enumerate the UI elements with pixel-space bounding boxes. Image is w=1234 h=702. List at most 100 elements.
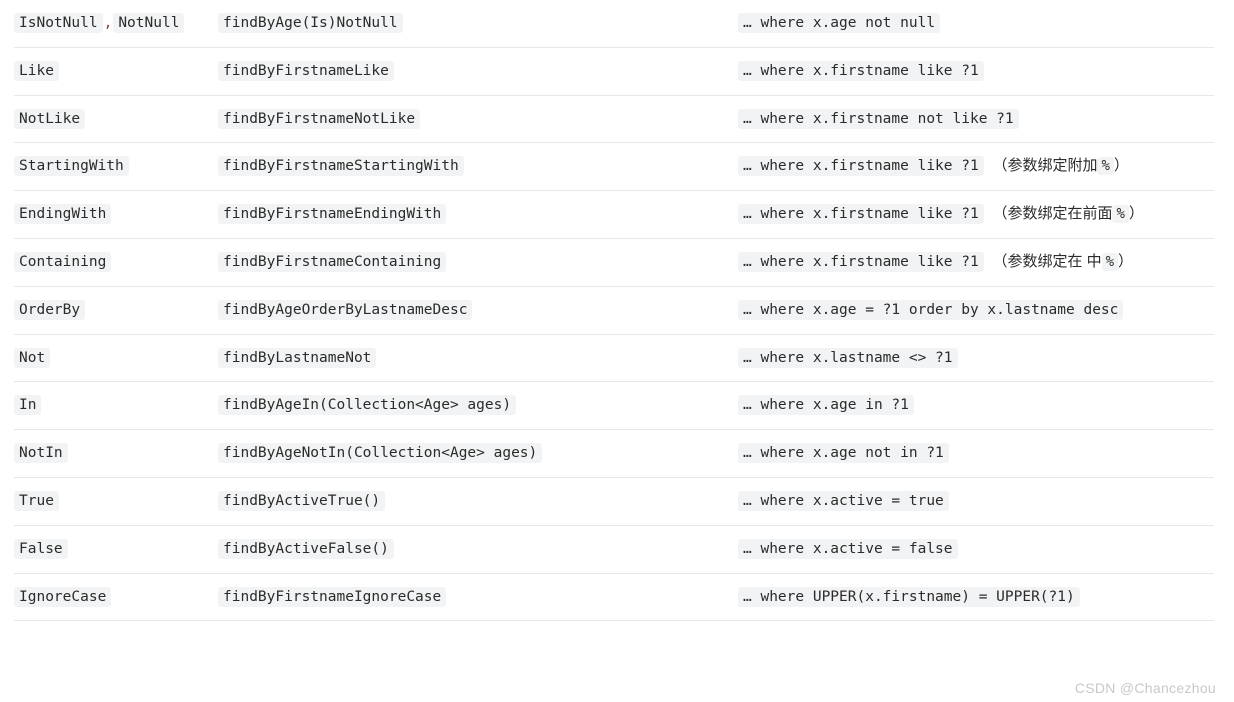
- keyword-separator: ,: [103, 15, 113, 31]
- table-row: OrderBy findByAgeOrderByLastnameDesc … whe…: [14, 286, 1214, 335]
- note-code: %: [1101, 252, 1119, 271]
- sample-code: findByAge(Is)NotNull: [218, 13, 403, 33]
- keyword-cell: IgnoreCase: [14, 573, 218, 621]
- snippet-wrapper: … where x.firstname like ?1 （参数绑定附加%）: [738, 156, 1129, 177]
- keyword-code: Not: [14, 347, 51, 368]
- snippet-cell: … where x.age not in ?1: [738, 430, 1214, 478]
- snippet-code: … where x.age not null: [738, 13, 941, 33]
- sample-code: findByAgeIn(Collection<Age> ages): [218, 395, 517, 416]
- table-row: False findByActiveFalse() … where x.active…: [14, 525, 1214, 574]
- keyword-cell: EndingWith: [14, 191, 218, 239]
- sample-code: findByAgeOrderByLastnameDesc: [218, 299, 473, 320]
- keyword-cell: In: [14, 382, 218, 430]
- snippet-cell: … where x.firstname like ?1: [738, 47, 1214, 95]
- snippet-code: … where x.firstname like ?1: [738, 251, 984, 272]
- note-prefix-text: （参数绑定在 中: [992, 252, 1102, 270]
- keyword-cell: StartingWith: [14, 143, 218, 191]
- table-body: IsNotNull, NotNull findByAge(Is)NotNull… w…: [14, 0, 1214, 621]
- snippet-cell: … where x.age in ?1: [738, 382, 1214, 430]
- sample-code: findByFirstnameLike: [218, 60, 394, 81]
- table-row: True findByActiveTrue() … where x.active =…: [14, 477, 1214, 526]
- snippet-code: … where x.firstname like ?1: [738, 60, 984, 81]
- sample-code: findByAgeNotIn(Collection<Age> ages): [218, 443, 543, 464]
- sample-code: findByFirstnameStartingWith: [218, 156, 464, 177]
- snippet-wrapper: … where x.age in ?1: [738, 395, 914, 416]
- sample-cell: findByAgeOrderByLastnameDesc: [218, 286, 738, 334]
- keyword-code: EndingWith: [14, 204, 112, 225]
- snippet-wrapper: … where x.age not null: [738, 13, 941, 33]
- snippet-wrapper: … where x.active = false: [738, 538, 958, 559]
- sample-code: findByFirstnameEndingWith: [218, 204, 447, 225]
- keyword-cell: NotIn: [14, 430, 218, 478]
- snippet-wrapper: … where x.firstname like ?1 （参数绑定在前面%）: [738, 204, 1144, 225]
- keyword-cell: Like: [14, 47, 218, 95]
- note-suffix-text: ）: [1118, 252, 1134, 270]
- note-prefix-text: （参数绑定附加: [992, 157, 1098, 175]
- table-row: IgnoreCase findByFirstnameIgnoreCase … whe…: [14, 573, 1214, 621]
- snippet-cell: … where x.lastname <> ?1: [738, 334, 1214, 382]
- sample-cell: findByFirstnameContaining: [218, 238, 738, 286]
- snippet-code: … where UPPER(x.firstname) = UPPER(?1): [738, 586, 1080, 607]
- snippet-wrapper: … where x.active = true: [738, 490, 949, 511]
- sample-code: findByLastnameNot: [218, 347, 377, 368]
- snippet-cell: … where UPPER(x.firstname) = UPPER(?1): [738, 573, 1214, 621]
- sample-cell: findByAgeIn(Collection<Age> ages): [218, 382, 738, 430]
- table-row: In findByAgeIn(Collection<Age> ages) … whe…: [14, 382, 1214, 430]
- table-row: NotLike findByFirstnameNotLike … where x.f…: [14, 95, 1214, 143]
- snippet-wrapper: … where x.firstname like ?1: [738, 60, 984, 81]
- snippet-cell: … where x.active = false: [738, 525, 1214, 573]
- keyword-cell: NotLike: [14, 95, 218, 143]
- note-suffix-text: ）: [1128, 205, 1144, 223]
- snippet-wrapper: … where x.firstname like ?1 （参数绑定在 中%）: [738, 251, 1134, 272]
- note-code: %: [1097, 157, 1114, 176]
- keyword-code: OrderBy: [14, 299, 86, 320]
- sample-code: findByFirstnameNotLike: [218, 108, 421, 129]
- snippet-cell: … where x.firstname like ?1 （参数绑定在前面%）: [738, 191, 1214, 239]
- note-prefix-text: （参数绑定在前面: [992, 205, 1113, 223]
- keyword-code: IgnoreCase: [14, 586, 112, 607]
- snippet-note: （参数绑定在前面%）: [992, 205, 1144, 224]
- sample-cell: findByActiveTrue(): [218, 477, 738, 525]
- table-row: StartingWith findByFirstnameStartingWith ……: [14, 143, 1214, 191]
- snippet-wrapper: … where x.age not in ?1: [738, 443, 949, 464]
- sample-cell: findByAge(Is)NotNull: [218, 0, 738, 47]
- sample-code: findByFirstnameIgnoreCase: [218, 586, 447, 607]
- snippet-code: … where x.age = ?1 order by x.lastname d…: [738, 299, 1124, 320]
- table-row: EndingWith findByFirstnameEndingWith … whe…: [14, 191, 1214, 239]
- snippet-code: … where x.firstname like ?1: [738, 204, 984, 225]
- snippet-code: … where x.active = true: [738, 490, 949, 511]
- keyword-code: NotNull: [113, 13, 185, 33]
- sample-cell: findByLastnameNot: [218, 334, 738, 382]
- keyword-code: Containing: [14, 251, 112, 272]
- snippet-cell: … where x.age not null: [738, 0, 1214, 47]
- snippet-cell: … where x.firstname like ?1 （参数绑定在 中%）: [738, 238, 1214, 286]
- keyword-cell: False: [14, 525, 218, 573]
- keyword-code: NotIn: [14, 443, 68, 464]
- snippet-note: （参数绑定在 中%）: [992, 252, 1134, 271]
- table-row: NotIn findByAgeNotIn(Collection<Age> ages…: [14, 430, 1214, 478]
- keyword-code: NotLike: [14, 108, 86, 129]
- snippet-wrapper: … where x.firstname not like ?1: [738, 108, 1019, 129]
- sample-cell: findByFirstnameEndingWith: [218, 191, 738, 239]
- sample-cell: findByFirstnameIgnoreCase: [218, 573, 738, 621]
- snippet-code: … where x.age not in ?1: [738, 443, 949, 464]
- snippet-cell: … where x.firstname like ?1 （参数绑定附加%）: [738, 143, 1214, 191]
- keyword-code: StartingWith: [14, 156, 129, 177]
- sample-cell: findByActiveFalse(): [218, 525, 738, 573]
- sample-cell: findByFirstnameStartingWith: [218, 143, 738, 191]
- sample-cell: findByFirstnameLike: [218, 47, 738, 95]
- keyword-cell: True: [14, 477, 218, 525]
- snippet-cell: … where x.firstname not like ?1: [738, 95, 1214, 143]
- note-suffix-text: ）: [1113, 157, 1129, 175]
- keyword-code: Like: [14, 60, 59, 81]
- snippet-wrapper: … where UPPER(x.firstname) = UPPER(?1): [738, 586, 1080, 607]
- csdn-watermark: CSDN @Chancezhou: [1074, 680, 1216, 696]
- sample-cell: findByAgeNotIn(Collection<Age> ages): [218, 430, 738, 478]
- keyword-cell: Not: [14, 334, 218, 382]
- sample-code: findByActiveFalse(): [218, 538, 394, 559]
- snippet-wrapper: … where x.lastname <> ?1: [738, 347, 958, 368]
- keyword-cell: Containing: [14, 238, 218, 286]
- snippet-code: … where x.age in ?1: [738, 395, 914, 416]
- table-row: IsNotNull, NotNull findByAge(Is)NotNull… w…: [14, 0, 1214, 48]
- snippet-cell: … where x.age = ?1 order by x.lastname d…: [738, 286, 1214, 334]
